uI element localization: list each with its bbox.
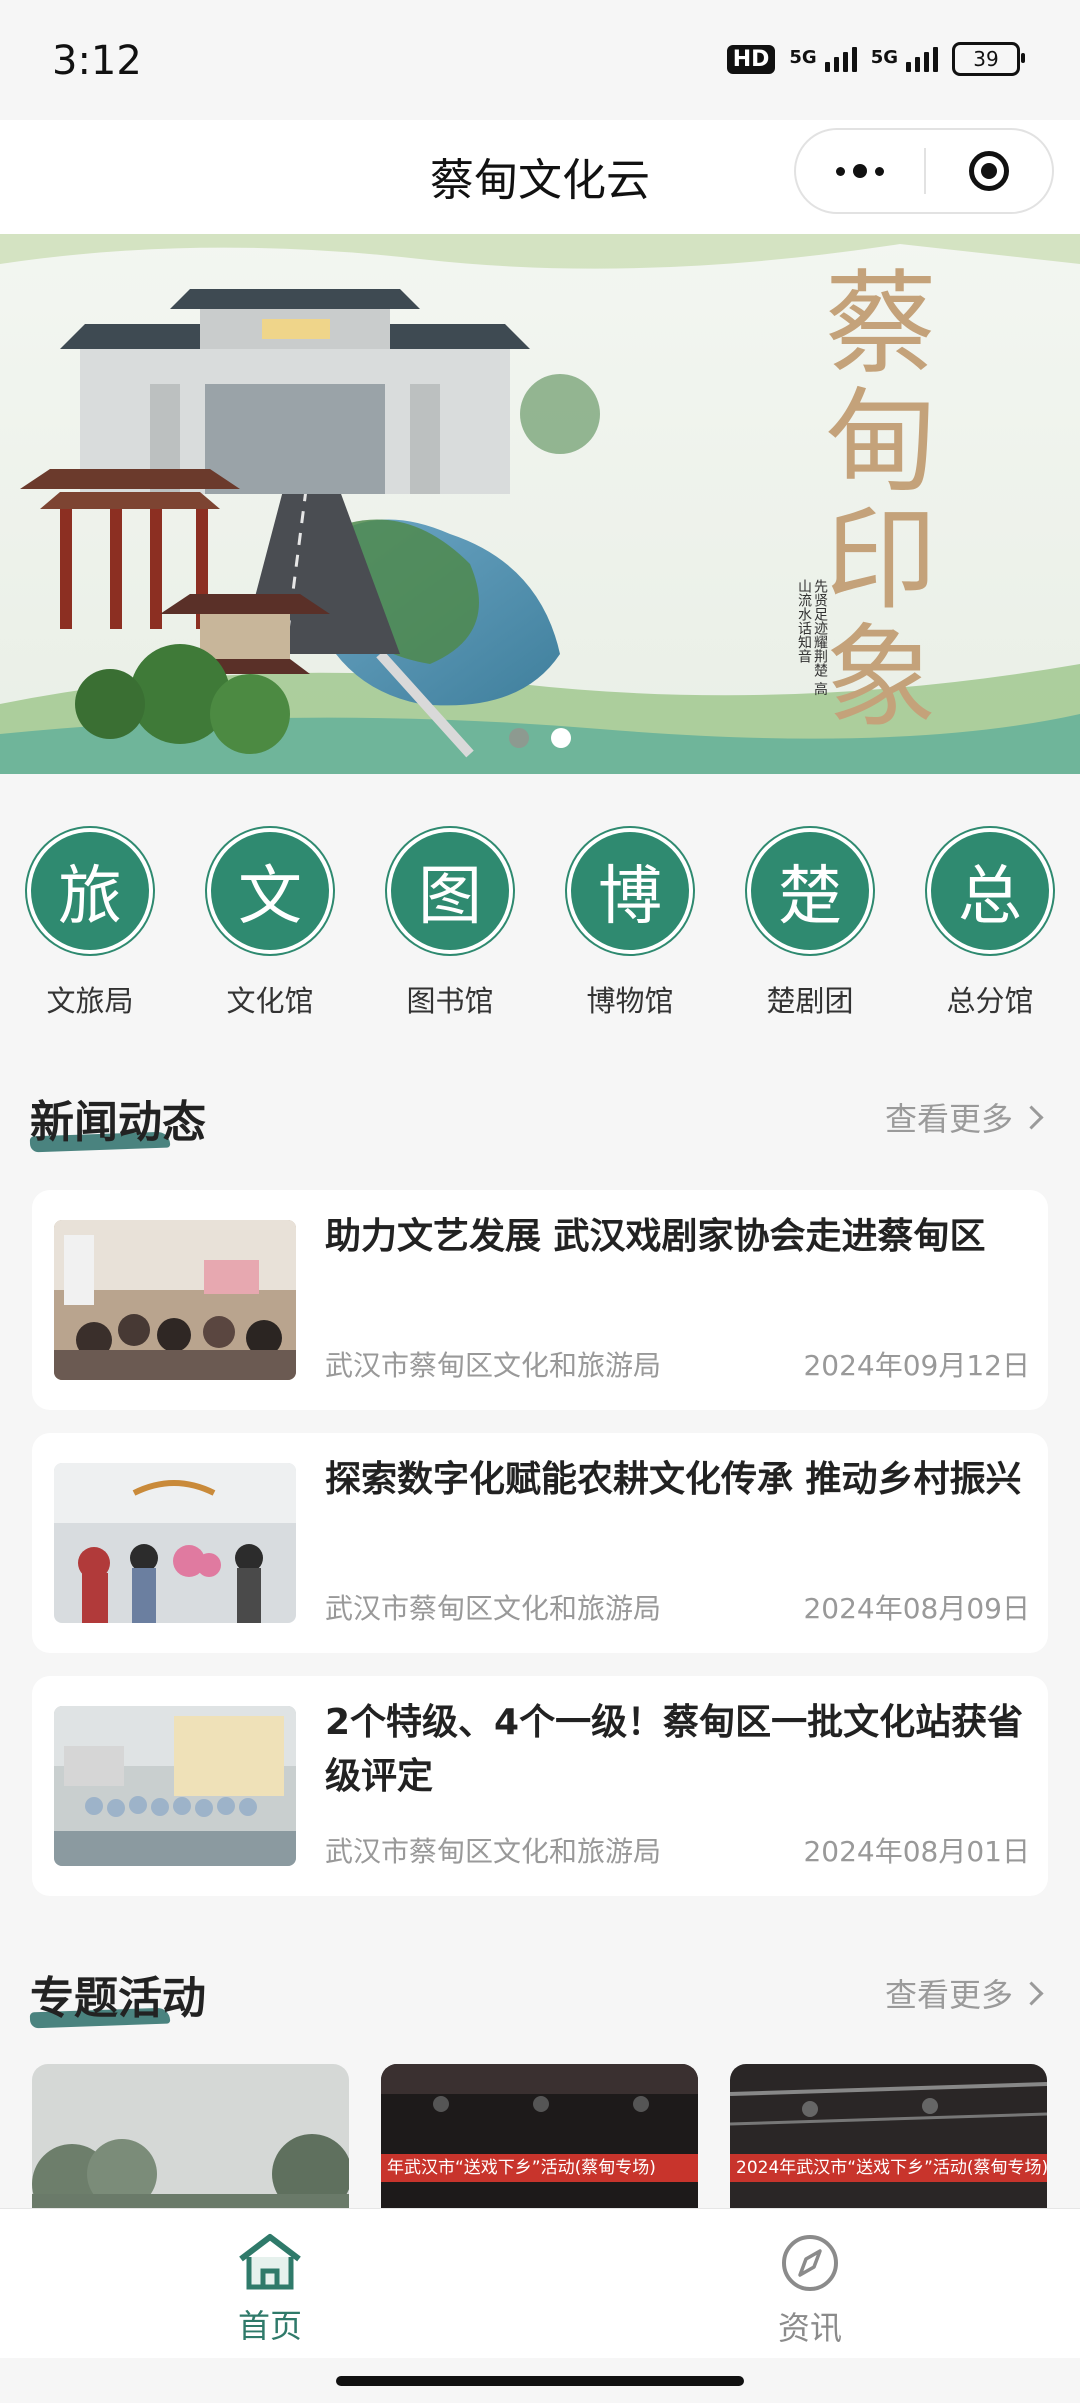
activity-more-link[interactable]: 查看更多: [884, 1970, 1044, 2016]
news-thumbnail: [54, 1220, 296, 1380]
status-icons: HD 5G 5G 39: [726, 42, 1025, 76]
hd-voice-icon: HD: [726, 44, 776, 74]
tab-label: 首页: [237, 2307, 302, 2345]
carousel-dot-2[interactable]: [551, 728, 571, 748]
tab-news[interactable]: 资讯: [540, 2209, 1080, 2359]
status-time: 3:12: [52, 38, 142, 84]
news-title: 探索数字化赋能农耕文化传承 推动乡村振兴: [325, 1459, 1022, 1500]
news-thumbnail: [54, 1463, 296, 1623]
carousel-dot-1[interactable]: [509, 728, 529, 748]
category-label: 总分馆: [946, 984, 1034, 1018]
miniprogram-capsule: [794, 128, 1054, 214]
library-icon: 图: [391, 832, 509, 950]
banner-carousel[interactable]: 蔡甸印象 先贤足迹耀荆楚 高山流水话知音: [0, 234, 1080, 774]
news-date: 2024年09月12日: [803, 1349, 1030, 1382]
activity-image: [32, 2064, 349, 2214]
news-card[interactable]: 探索数字化赋能农耕文化传承 推动乡村振兴 武汉市蔡甸区文化和旅游局 2024年0…: [32, 1433, 1048, 1653]
tab-label: 资讯: [777, 2309, 842, 2347]
home-indicator[interactable]: [336, 2376, 744, 2386]
activity-section-title: 专题活动: [30, 1973, 206, 2024]
category-label: 楚剧团: [766, 984, 854, 1018]
category-chu-opera-troupe[interactable]: 楚 楚剧团: [720, 832, 900, 1020]
navigation-bar: 蔡甸文化云: [0, 120, 1080, 236]
news-card[interactable]: 2个特级、4个一级！蔡甸区一批文化站获省级评定 武汉市蔡甸区文化和旅游局 202…: [32, 1676, 1048, 1896]
activity-card[interactable]: 2024年武汉市“送戏下乡”活动(蔡甸专场): [730, 2064, 1047, 2214]
signal-icon: 5G: [789, 46, 857, 72]
news-title: 助力文艺发展 武汉戏剧家协会走进蔡甸区: [325, 1216, 986, 1257]
activity-image: [381, 2064, 698, 2214]
signal-icon-2: 5G: [870, 46, 938, 72]
bottom-tab-bar: 首页 资讯: [0, 2208, 1080, 2359]
activity-card[interactable]: 年武汉市“送戏下乡”活动(蔡甸专场): [381, 2064, 698, 2214]
category-museum[interactable]: 博 博物馆: [540, 832, 720, 1020]
news-card[interactable]: 助力文艺发展 武汉戏剧家协会走进蔡甸区 武汉市蔡甸区文化和旅游局 2024年09…: [32, 1190, 1048, 1410]
category-branch-libraries[interactable]: 总 总分馆: [900, 832, 1080, 1020]
activity-banner-text: 2024年武汉市“送戏下乡”活动(蔡甸专场): [730, 2154, 1047, 2182]
home-icon: [239, 2234, 301, 2290]
carousel-indicators: [0, 728, 1080, 748]
activity-banner-text: 年武汉市“送戏下乡”活动(蔡甸专场): [381, 2154, 698, 2182]
museum-icon: 博: [571, 832, 689, 950]
tab-home[interactable]: 首页: [0, 2209, 540, 2359]
chevron-right-icon: [1019, 1104, 1044, 1130]
news-more-link[interactable]: 查看更多: [884, 1094, 1044, 1140]
network-type-2: 5G: [870, 46, 898, 68]
target-icon: [969, 151, 1009, 191]
news-title: 2个特级、4个一级！蔡甸区一批文化站获省级评定: [325, 1702, 1024, 1797]
chevron-right-icon: [1019, 1980, 1044, 2006]
tourism-bureau-icon: 旅: [31, 832, 149, 950]
news-section-header: 新闻动态 查看更多: [29, 1086, 1050, 1156]
close-miniprogram-button[interactable]: [926, 151, 1052, 191]
category-grid: 旅 文旅局 文 文化馆 图 图书馆 博 博物馆 楚 楚剧团 总 总分馆: [0, 832, 1080, 1020]
activity-image: [730, 2064, 1047, 2214]
activity-card[interactable]: [32, 2064, 349, 2214]
news-source: 武汉市蔡甸区文化和旅游局: [325, 1835, 662, 1868]
branch-libraries-icon: 总: [931, 832, 1049, 950]
more-label: 查看更多: [884, 1976, 1013, 2014]
battery-icon: 39: [952, 42, 1025, 76]
banner-caption: 先贤足迹耀荆楚 高山流水话知音: [796, 579, 828, 696]
compass-icon: [782, 2235, 838, 2291]
category-label: 文旅局: [46, 984, 134, 1018]
category-label: 图书馆: [406, 984, 494, 1018]
activity-card-row: 年武汉市“送戏下乡”活动(蔡甸专场) 2024年武汉市“送戏下乡”活动(蔡甸专场…: [32, 2064, 1048, 2214]
chu-opera-icon: 楚: [751, 832, 869, 950]
category-tourism-bureau[interactable]: 旅 文旅局: [0, 832, 180, 1020]
category-cultural-center[interactable]: 文 文化馆: [180, 832, 360, 1020]
activity-section-header: 专题活动 查看更多: [29, 1962, 1050, 2032]
status-bar: 3:12 HD 5G 5G 39: [0, 0, 1080, 120]
category-label: 文化馆: [226, 984, 314, 1018]
network-type-1: 5G: [789, 46, 817, 68]
news-section-title: 新闻动态: [30, 1097, 206, 1148]
category-label: 博物馆: [586, 984, 674, 1018]
category-library[interactable]: 图 图书馆: [360, 832, 540, 1020]
more-label: 查看更多: [884, 1100, 1013, 1138]
news-date: 2024年08月09日: [803, 1592, 1030, 1625]
news-source: 武汉市蔡甸区文化和旅游局: [325, 1349, 662, 1382]
cultural-center-icon: 文: [211, 832, 329, 950]
news-thumbnail: [54, 1706, 296, 1866]
news-source: 武汉市蔡甸区文化和旅游局: [325, 1592, 662, 1625]
more-options-button[interactable]: [796, 164, 924, 178]
news-date: 2024年08月01日: [803, 1835, 1030, 1868]
